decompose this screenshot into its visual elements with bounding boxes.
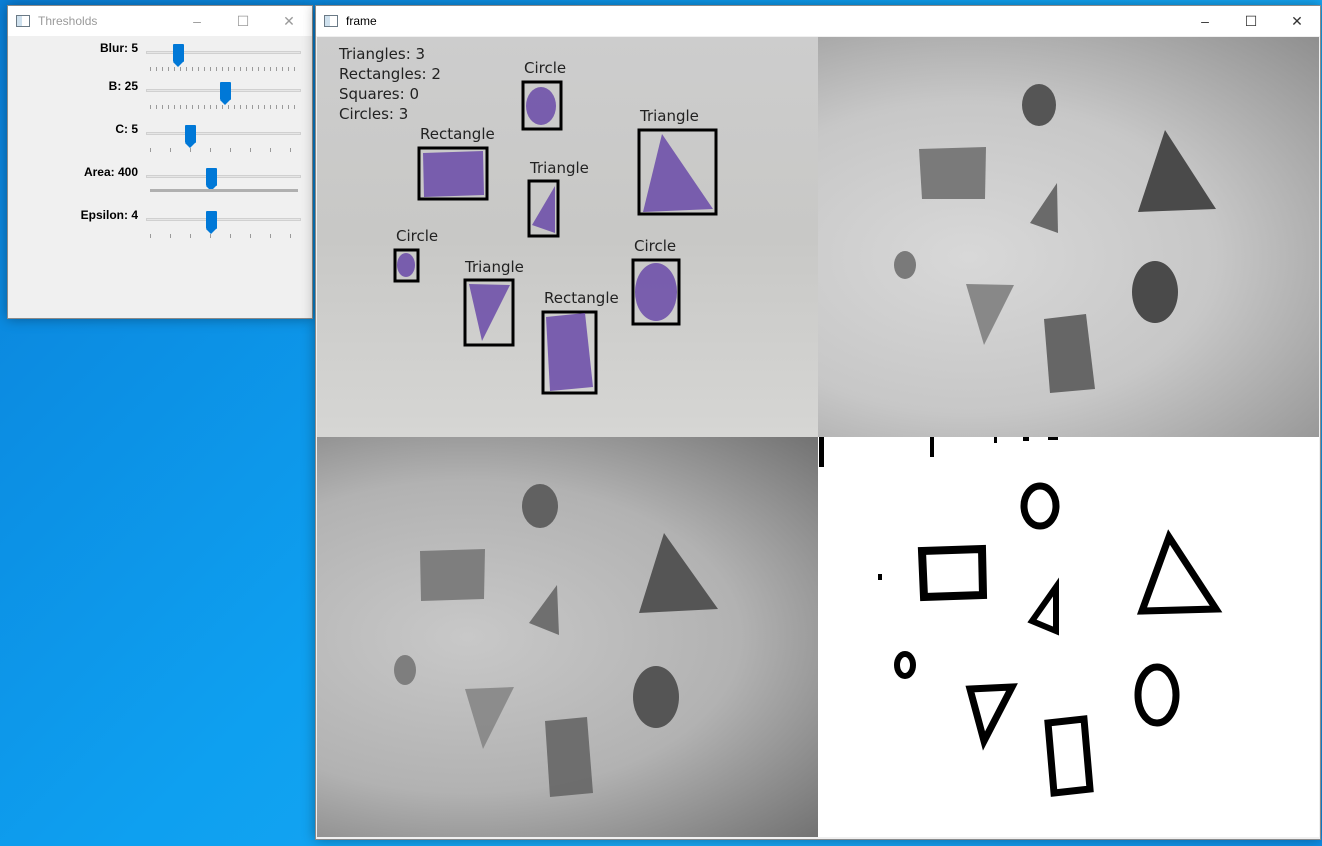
- slider-label: C: 5: [115, 122, 138, 136]
- shape-label: Circle: [634, 237, 676, 255]
- detected-rectangle: [546, 313, 593, 391]
- slider-label: Epsilon: 4: [80, 208, 138, 222]
- detected-triangle: [469, 284, 510, 341]
- threshold-triangle: [965, 683, 1018, 751]
- frame-window: frame – ☐ ✕ Triangles: 3 Rectangles: 2 S…: [315, 5, 1321, 840]
- slider-thumb[interactable]: [205, 168, 217, 191]
- slider-ticks: [150, 148, 298, 152]
- detected-triangle: [643, 134, 713, 212]
- close-button[interactable]: ✕: [266, 6, 312, 36]
- blur-triangle: [639, 533, 718, 613]
- slider-track[interactable]: [146, 175, 301, 178]
- slider-thumb[interactable]: [173, 44, 185, 67]
- slider-row-c: C: 5: [8, 122, 312, 162]
- gray-triangle: [1138, 130, 1216, 212]
- app-icon: [16, 15, 30, 27]
- detected-circle: [635, 263, 677, 321]
- shape-label: Triangle: [639, 107, 699, 125]
- slider-track[interactable]: [146, 218, 301, 221]
- threshold-rectangle: [1044, 715, 1094, 797]
- slider-ticks: [150, 189, 298, 192]
- slider-track[interactable]: [146, 132, 301, 135]
- triangle-count: Triangles: 3: [338, 45, 425, 63]
- noise-speck: [994, 437, 997, 443]
- gray-triangle: [1030, 183, 1058, 233]
- threshold-panel: [818, 437, 1319, 837]
- minimize-button[interactable]: –: [174, 6, 220, 36]
- blur-circle: [522, 484, 558, 528]
- threshold-circle: [894, 651, 916, 679]
- threshold-circle: [1134, 663, 1180, 727]
- slider-row-area: Area: 400: [8, 165, 312, 205]
- threshold-image: [819, 437, 1223, 797]
- slider-thumb[interactable]: [220, 82, 232, 105]
- noise-speck: [930, 437, 934, 457]
- blur-triangle: [465, 687, 514, 749]
- gray-circle: [1132, 261, 1178, 323]
- slider-ticks: [150, 105, 298, 109]
- detected-circle: [397, 253, 415, 277]
- close-button[interactable]: ✕: [1274, 6, 1320, 36]
- slider-row-epsilon: Epsilon: 4: [8, 208, 312, 248]
- slider-row-blur: Blur: 5: [8, 41, 312, 81]
- slider-thumb[interactable]: [205, 211, 217, 234]
- thresholds-window: Thresholds – ☐ ✕ Blur: 5 B: 25 C: 5 Area…: [7, 5, 313, 319]
- window-title: frame: [346, 14, 377, 28]
- gray-triangle: [966, 284, 1014, 345]
- slider-label: B: 25: [108, 79, 138, 93]
- thresholds-titlebar[interactable]: Thresholds – ☐ ✕: [8, 6, 312, 36]
- threshold-triangle: [1136, 529, 1223, 615]
- threshold-circle: [1020, 482, 1060, 530]
- shape-label: Rectangle: [420, 125, 495, 143]
- blurred-panel: [317, 437, 818, 837]
- maximize-button[interactable]: ☐: [220, 6, 266, 36]
- minimize-button[interactable]: –: [1182, 6, 1228, 36]
- maximize-button[interactable]: ☐: [1228, 6, 1274, 36]
- slider-ticks: [150, 234, 298, 238]
- blur-rectangle: [545, 717, 593, 797]
- slider-label: Blur: 5: [99, 41, 138, 55]
- slider-row-b: B: 25: [8, 79, 312, 119]
- shape-label: Circle: [524, 59, 566, 77]
- shape-label: Triangle: [464, 258, 524, 276]
- blur-circle: [633, 666, 679, 728]
- slider-track[interactable]: [146, 51, 301, 54]
- blur-triangle: [529, 585, 559, 635]
- slider-label: Area: 400: [83, 165, 138, 179]
- shape-label: Triangle: [529, 159, 589, 177]
- noise-speck: [1023, 437, 1029, 441]
- frame-titlebar[interactable]: frame – ☐ ✕: [316, 6, 1320, 36]
- threshold-rectangle: [917, 544, 988, 602]
- shape-label: Rectangle: [544, 289, 619, 307]
- blur-rectangle: [420, 549, 485, 601]
- gray-circle: [894, 251, 916, 279]
- gray-circle: [1022, 84, 1056, 126]
- grayscale-image: [894, 84, 1216, 393]
- rectangle-count: Rectangles: 2: [339, 65, 441, 83]
- grayscale-panel: [818, 37, 1319, 437]
- blurred-image: [394, 484, 718, 797]
- slider-thumb[interactable]: [184, 125, 196, 148]
- slider-ticks: [150, 67, 298, 71]
- gray-rectangle: [1044, 314, 1095, 393]
- square-count: Squares: 0: [339, 85, 419, 103]
- detection-panel: Triangles: 3 Rectangles: 2 Squares: 0 Ci…: [317, 37, 818, 437]
- noise-speck: [1048, 437, 1058, 440]
- detected-triangle: [532, 186, 555, 233]
- app-icon: [324, 15, 338, 27]
- window-title: Thresholds: [38, 14, 98, 28]
- shape-label: Circle: [396, 227, 438, 245]
- noise-speck: [878, 574, 882, 580]
- circle-count: Circles: 3: [339, 105, 408, 123]
- threshold-triangle: [1027, 577, 1059, 636]
- noise-speck: [819, 437, 824, 467]
- detection-overlay: Triangles: 3 Rectangles: 2 Squares: 0 Ci…: [338, 45, 718, 395]
- gray-rectangle: [919, 147, 986, 199]
- blur-circle: [394, 655, 416, 685]
- detected-rectangle: [423, 151, 484, 197]
- detected-circle: [526, 87, 556, 125]
